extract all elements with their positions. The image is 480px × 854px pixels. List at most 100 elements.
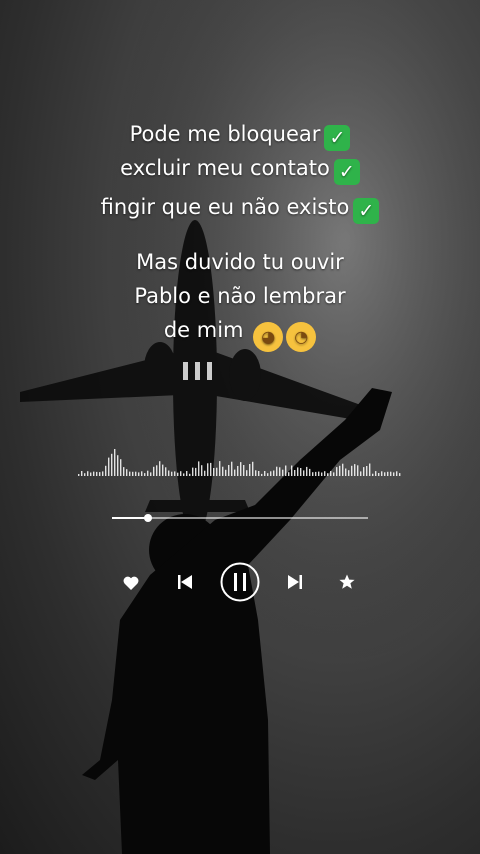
waveform-bar	[330, 471, 332, 476]
waveform-bar	[147, 470, 149, 476]
pause-icon	[220, 562, 260, 602]
waveform-bar	[396, 471, 398, 476]
waveform-bar	[183, 473, 185, 476]
waveform-bar	[285, 465, 287, 476]
waveform-bar	[159, 461, 161, 476]
waveform-bar	[393, 472, 395, 476]
waveform-bar	[249, 464, 251, 476]
waveform-bar	[141, 471, 143, 476]
heart-icon	[123, 576, 139, 590]
face-with-hand-over-mouth-icon: ◕	[253, 322, 284, 352]
waveform-bar	[378, 473, 380, 476]
waveform-bar	[201, 465, 203, 476]
waveform-bar	[357, 465, 359, 476]
waveform-bar	[345, 468, 347, 476]
waveform-bar	[186, 471, 188, 476]
waveform-bar	[78, 474, 80, 476]
waveform-bar	[120, 459, 122, 476]
waveform-bar	[264, 471, 266, 476]
waveform-bar	[99, 472, 101, 476]
caption-text-4: Mas duvido tu ouvir	[136, 250, 344, 274]
waveform-bar	[117, 455, 119, 476]
waveform-bar	[258, 471, 260, 476]
waveform-bar	[225, 469, 227, 476]
waveform-bar	[219, 461, 221, 476]
waveform-bar	[366, 466, 368, 476]
waveform-bar	[96, 471, 98, 476]
waveform-bar	[273, 470, 275, 476]
waveform-bar	[255, 470, 257, 476]
progress-knob[interactable]	[143, 514, 152, 522]
waveform-bar	[108, 457, 110, 476]
waveform-bar	[339, 465, 341, 476]
waveform-bar	[165, 467, 167, 476]
waveform-bar	[291, 465, 293, 476]
check-mark-icon: ✓	[353, 198, 380, 224]
waveform-bar	[297, 467, 299, 476]
waveform-bar	[84, 473, 86, 476]
progress-bar[interactable]	[112, 514, 368, 522]
waveform-bar	[174, 471, 176, 476]
waveform-bar	[309, 468, 311, 476]
waveform-bar	[381, 471, 383, 476]
star-icon	[339, 574, 355, 589]
caption-line-3: fingir que eu não existo ✓	[0, 190, 480, 224]
waveform-bar	[375, 471, 377, 476]
waveform-bar	[237, 466, 239, 476]
caption-line-6: de mim ◕ ◔	[0, 313, 480, 352]
next-icon	[288, 575, 302, 589]
waveform-bar	[180, 471, 182, 476]
waveform-bar	[153, 466, 155, 476]
like-button[interactable]	[120, 572, 142, 594]
waveform-bar	[363, 467, 365, 476]
waveform-bar	[336, 467, 338, 476]
pause-button[interactable]	[219, 561, 261, 603]
waveform-bar	[216, 467, 218, 476]
waveform-bar	[126, 469, 128, 476]
waveform-bar	[210, 462, 212, 476]
waveform-bar	[252, 461, 254, 476]
waveform-bar	[213, 468, 215, 476]
favorite-button[interactable]	[336, 571, 358, 593]
waveform-bar	[267, 473, 269, 476]
waveform-bar	[228, 465, 230, 476]
waveform-bar	[276, 466, 278, 476]
check-mark-icon: ✓	[324, 125, 351, 151]
waveform-bar	[279, 467, 281, 476]
waveform-bar	[399, 473, 401, 476]
caption-text-5: Pablo e não lembrar	[134, 284, 346, 308]
waveform-bar	[156, 465, 158, 476]
waveform-bar	[207, 463, 209, 476]
waveform-bar	[312, 472, 314, 476]
waveform-bar	[240, 462, 242, 476]
waveform-bar	[300, 468, 302, 476]
waveform-bar	[342, 463, 344, 476]
caption-line-2: excluir meu contato ✓	[0, 151, 480, 185]
waveform-bar	[321, 472, 323, 476]
waveform-bar	[234, 469, 236, 476]
waveform-bar	[87, 471, 89, 476]
waveform-bar	[390, 471, 392, 476]
waveform-bar	[135, 471, 137, 476]
waveform-bar	[384, 472, 386, 476]
previous-button[interactable]	[173, 571, 197, 593]
waveform-bar	[348, 470, 350, 476]
waveform-bar	[354, 464, 356, 476]
waveform-bar	[372, 473, 374, 476]
next-button[interactable]	[283, 571, 307, 593]
waveform-bar	[105, 465, 107, 476]
waveform-bar	[150, 472, 152, 476]
caption-text-6: de mim	[163, 318, 244, 342]
waveform-bar	[132, 471, 134, 476]
waveform-bar	[315, 471, 317, 476]
caption-text-3: fingir que eu não existo	[100, 195, 350, 219]
waveform-bar	[81, 471, 83, 476]
caption-text-2: excluir meu contato	[120, 156, 330, 180]
waveform-bar	[114, 449, 116, 476]
audio-waveform	[78, 449, 401, 476]
waveform-bar	[351, 465, 353, 476]
waveform-bar	[306, 466, 308, 476]
caption-text-1: Pode me bloquear	[129, 122, 321, 146]
waveform-bar	[222, 466, 224, 476]
waveform-bar	[93, 471, 95, 476]
